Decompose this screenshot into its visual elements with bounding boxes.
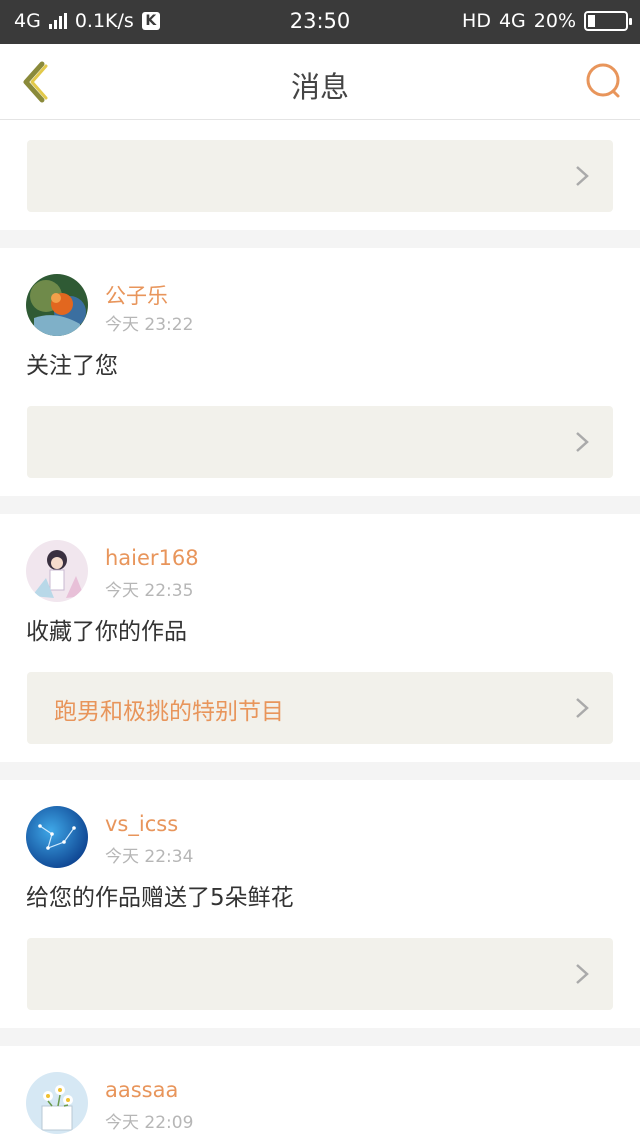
work-link[interactable]: 跑男和极挑的特别节目: [27, 672, 613, 744]
message-action: 关注了您: [26, 353, 118, 379]
chevron-right-icon: [576, 166, 589, 186]
search-icon: [586, 63, 620, 98]
divider: [0, 762, 640, 780]
message-card: vs_icss 今天 22:34 给您的作品赠送了5朵鲜花: [0, 806, 640, 1028]
divider: [0, 230, 640, 248]
status-bar: 4G 0.1K/s K 23:50 HD 4G 20%: [0, 0, 640, 44]
battery-percent: 20%: [533, 10, 576, 32]
work-title: 跑男和极挑的特别节目: [54, 699, 284, 725]
chevron-right-icon: [576, 698, 589, 718]
avatar[interactable]: [26, 274, 88, 336]
divider: [0, 496, 640, 514]
user-name[interactable]: 公子乐: [105, 280, 168, 310]
work-link[interactable]: [27, 140, 613, 212]
message-time: 今天 23:22: [105, 315, 194, 335]
user-name[interactable]: aassaa: [105, 1078, 178, 1102]
message-time: 今天 22:35: [105, 581, 194, 601]
message-card-partial: [0, 121, 640, 230]
chevron-right-icon: [576, 432, 589, 452]
avatar[interactable]: [26, 540, 88, 602]
user-name[interactable]: vs_icss: [105, 812, 178, 836]
page-title: 消息: [290, 70, 349, 104]
network-type-right: 4G: [498, 10, 526, 32]
divider: [0, 1028, 640, 1046]
message-time: 今天 22:34: [105, 847, 194, 867]
battery-icon: [584, 11, 632, 31]
avatar[interactable]: [26, 806, 88, 868]
work-link[interactable]: [27, 938, 613, 1010]
search-button[interactable]: [580, 58, 628, 106]
message-card: 公子乐 今天 23:22 关注了您: [0, 274, 640, 496]
user-name[interactable]: haier168: [105, 546, 199, 570]
message-feed: 公子乐 今天 23:22 关注了您 haier168 今天 22:35 收藏了你…: [0, 121, 640, 1138]
message-action: 收藏了你的作品: [26, 619, 187, 645]
status-right: HD 4G 20%: [462, 10, 632, 32]
chevron-right-icon: [576, 964, 589, 984]
hd-label: HD: [462, 10, 491, 32]
message-time: 今天 22:09: [105, 1113, 194, 1133]
message-action: 给您的作品赠送了5朵鲜花: [26, 885, 294, 911]
message-card: aassaa 今天 22:09: [0, 1072, 640, 1138]
battery-fill: [588, 15, 595, 27]
nav-bar: 消息: [0, 44, 640, 120]
work-link[interactable]: [27, 406, 613, 478]
avatar[interactable]: [26, 1072, 88, 1134]
message-card: haier168 今天 22:35 收藏了你的作品 跑男和极挑的特别节目: [0, 540, 640, 762]
